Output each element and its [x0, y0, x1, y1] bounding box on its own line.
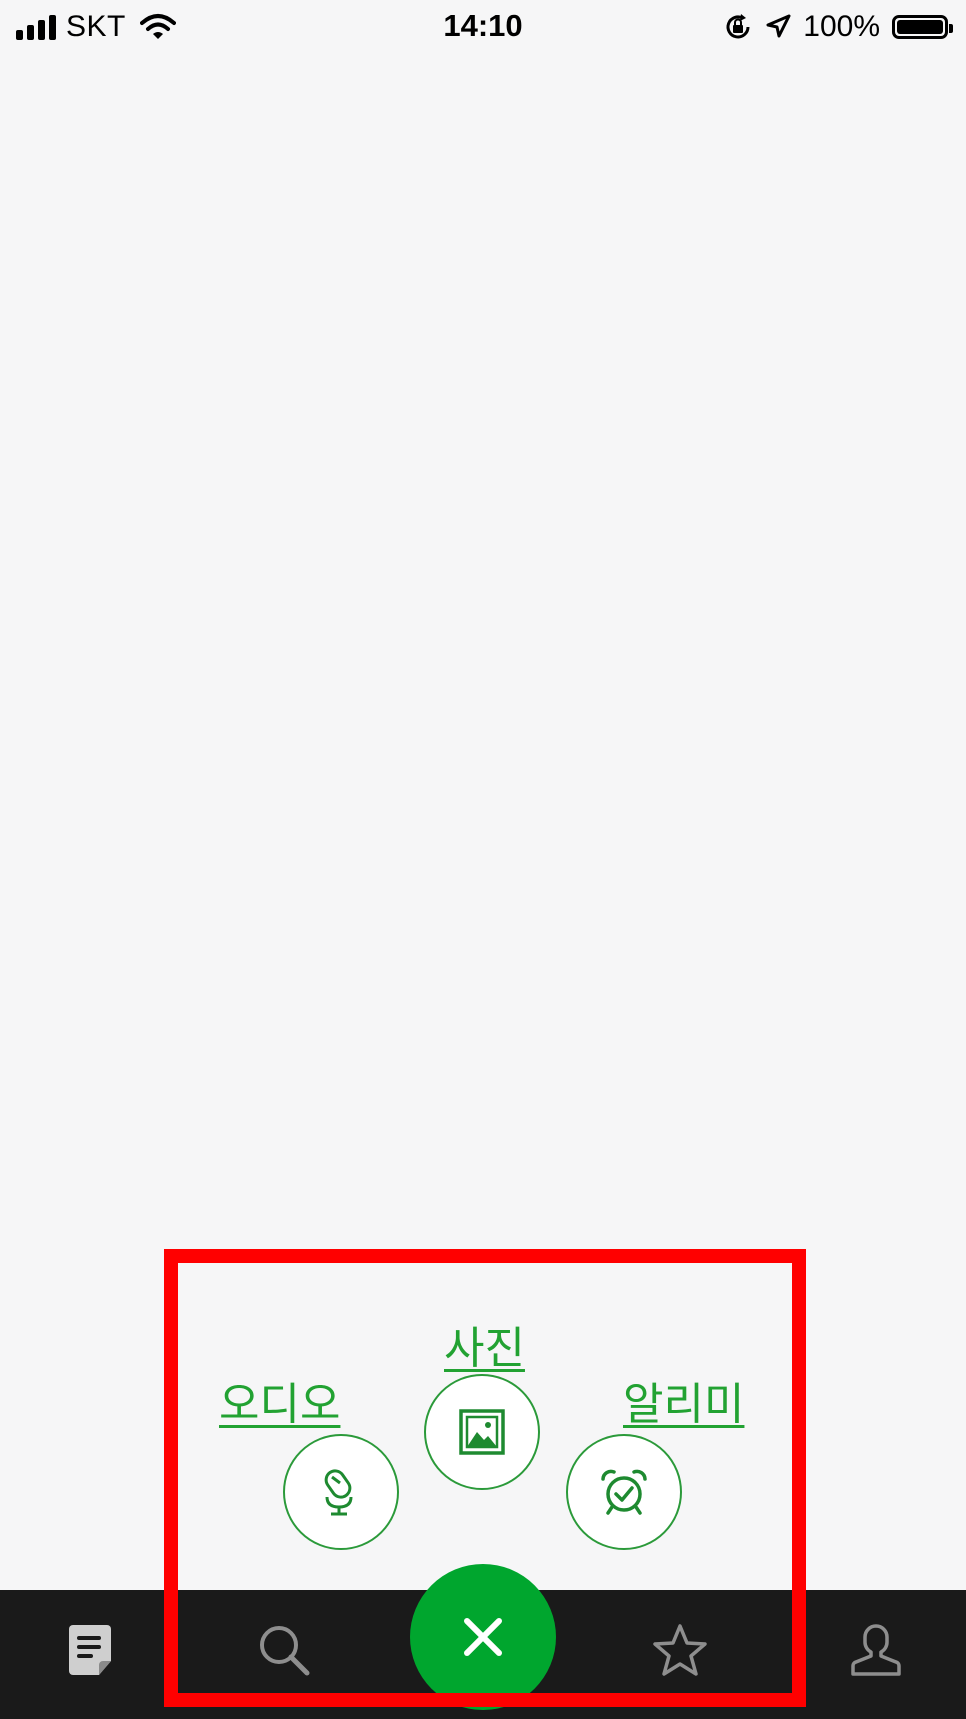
alarm-label[interactable]: 알리미 [623, 1368, 744, 1432]
status-right: 100% [723, 10, 953, 44]
close-icon [464, 1618, 502, 1656]
search-icon [260, 1626, 310, 1676]
tab-search[interactable] [254, 1620, 314, 1680]
audio-label[interactable]: 오디오 [219, 1368, 340, 1432]
photo-button[interactable] [424, 1374, 540, 1490]
location-icon [766, 14, 791, 38]
photo-label[interactable]: 사진 [444, 1312, 525, 1376]
notes-icon [69, 1625, 111, 1675]
tab-favorites[interactable] [650, 1620, 710, 1680]
alarm-button[interactable] [566, 1434, 682, 1550]
battery-icon [892, 15, 953, 39]
rotation-lock-icon [726, 14, 750, 39]
close-fab-button[interactable] [410, 1564, 556, 1710]
audio-button[interactable] [283, 1434, 399, 1550]
status-bar: SKT 14:10 100% [0, 0, 966, 54]
star-icon [653, 1624, 707, 1676]
battery-percentage: 100% [803, 10, 880, 43]
tab-profile[interactable] [846, 1620, 906, 1680]
microphone-icon [324, 1469, 353, 1516]
profile-icon [851, 1624, 901, 1676]
alarm-clock-icon [601, 1469, 647, 1515]
tab-notes[interactable] [60, 1620, 120, 1680]
image-icon [459, 1409, 505, 1455]
